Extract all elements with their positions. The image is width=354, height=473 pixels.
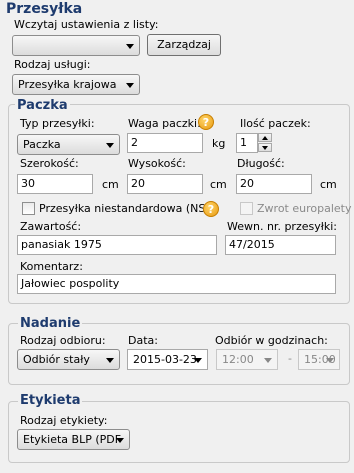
date-picker[interactable]: 2015-03-23 <box>127 349 208 370</box>
help-icon[interactable]: ? <box>203 201 219 217</box>
package-type-dropdown[interactable]: Paczka <box>17 134 120 155</box>
label-type-value: Etykieta BLP (PDF <box>23 433 122 446</box>
section-title-etykieta: Etykieta <box>18 393 83 408</box>
chevron-down-icon <box>126 83 134 88</box>
manage-button[interactable]: Zarządzaj <box>147 34 221 56</box>
pickup-type-label: Rodzaj odbioru: <box>20 334 106 347</box>
arrow-up-icon <box>262 136 268 140</box>
service-type-value: Przesyłka krajowa <box>18 78 117 91</box>
width-input[interactable]: 30 <box>17 174 93 194</box>
europallet-return-label: Zwrot europalety <box>257 202 352 215</box>
internal-number-label: Wewn. nr. przesyłki: <box>227 220 337 233</box>
package-count-input[interactable]: 1 <box>236 133 258 153</box>
weight-label: Waga paczki: <box>128 117 201 130</box>
europallet-return-checkbox[interactable] <box>240 202 253 215</box>
service-type-label: Rodzaj usługi: <box>14 58 91 71</box>
width-unit: cm <box>102 178 119 191</box>
chevron-down-icon <box>106 358 114 363</box>
arrow-down-icon <box>262 146 268 150</box>
nst-label: Przesyłka niestandardowa (NST) <box>39 202 217 215</box>
settings-list-dropdown[interactable] <box>12 35 140 56</box>
comment-label: Komentarz: <box>20 260 83 273</box>
chevron-down-icon <box>116 438 124 443</box>
height-unit: cm <box>210 178 227 191</box>
comment-input[interactable]: Jałowiec pospolity <box>17 274 336 294</box>
hour-to-dropdown[interactable]: 15:00 <box>298 349 340 370</box>
hour-from-dropdown[interactable]: 12:00 <box>216 349 278 370</box>
hour-separator: - <box>288 352 292 365</box>
nst-checkbox[interactable] <box>22 202 35 215</box>
chevron-down-icon <box>264 358 272 363</box>
section-title-nadanie: Nadanie <box>18 316 83 331</box>
pickup-type-value: Odbiór stały <box>23 353 90 366</box>
count-increment-button[interactable] <box>258 133 272 142</box>
chevron-down-icon <box>106 143 114 148</box>
weight-input[interactable]: 2 <box>127 133 203 153</box>
section-title-paczka: Paczka <box>15 98 70 113</box>
length-input[interactable]: 20 <box>236 174 312 194</box>
pickup-hours-label: Odbiór w godzinach: <box>215 334 328 347</box>
width-label: Szerokość: <box>20 157 79 170</box>
chevron-down-icon <box>326 358 334 363</box>
length-unit: cm <box>320 178 337 191</box>
height-label: Wysokość: <box>128 157 186 170</box>
package-count-label: Ilość paczek: <box>240 117 311 130</box>
package-type-value: Paczka <box>23 138 61 151</box>
content-label: Zawartość: <box>20 220 82 233</box>
label-type-dropdown[interactable]: Etykieta BLP (PDF <box>17 429 130 450</box>
package-type-label: Typ przesyłki: <box>20 117 95 130</box>
internal-number-input[interactable]: 47/2015 <box>225 235 336 255</box>
settings-list-label: Wczytaj ustawienia z listy: <box>14 18 159 31</box>
date-label: Data: <box>128 334 158 347</box>
chevron-down-icon <box>194 358 202 363</box>
pickup-type-dropdown[interactable]: Odbiór stały <box>17 349 120 370</box>
content-input[interactable]: panasiak 1975 <box>17 235 217 255</box>
height-input[interactable]: 20 <box>127 174 203 194</box>
label-type-label: Rodzaj etykiety: <box>20 414 108 427</box>
length-label: Długość: <box>237 157 285 170</box>
service-type-dropdown[interactable]: Przesyłka krajowa <box>12 74 140 95</box>
help-icon[interactable]: ? <box>198 114 214 130</box>
count-decrement-button[interactable] <box>258 143 272 152</box>
hour-from-value: 12:00 <box>222 353 254 366</box>
weight-unit: kg <box>212 137 226 150</box>
chevron-down-icon <box>126 44 134 49</box>
section-title-przesylka: Przesyłka <box>6 1 83 17</box>
date-value: 2015-03-23 <box>133 353 197 366</box>
